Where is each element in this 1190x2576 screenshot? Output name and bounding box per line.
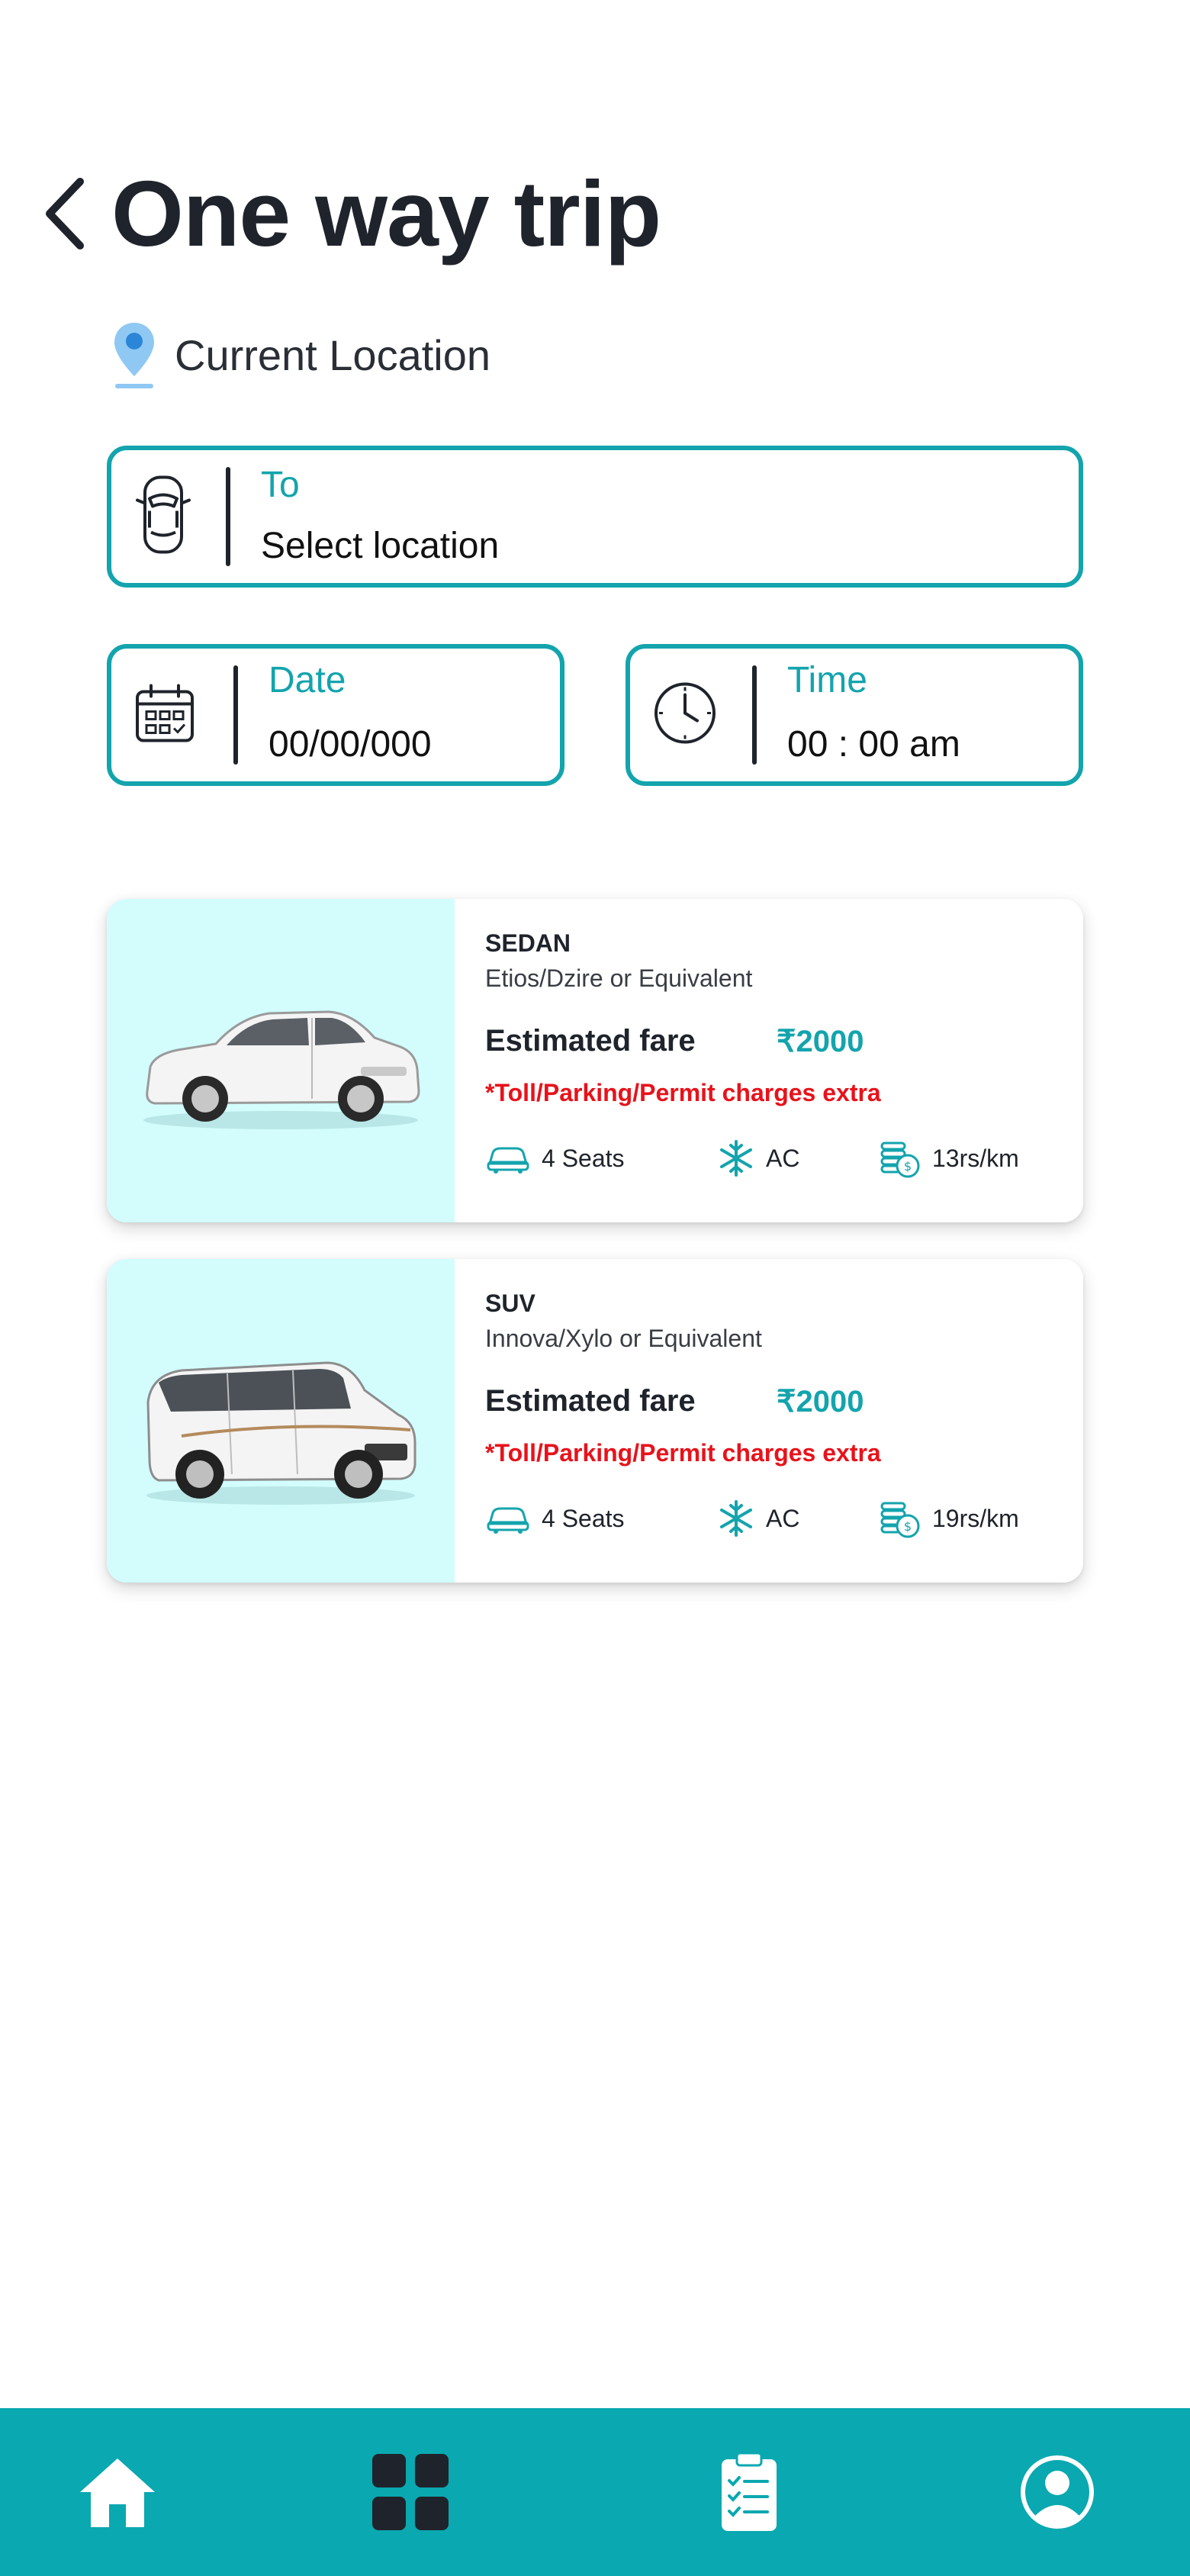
rate-feature: $ 13rs/km xyxy=(879,1137,1019,1180)
fare-label: Estimated fare xyxy=(485,1024,696,1058)
calendar-icon xyxy=(134,683,195,748)
car-top-icon xyxy=(134,473,192,561)
snowflake-icon xyxy=(720,1500,752,1537)
car-category: SUV xyxy=(485,1290,536,1317)
car-image-panel xyxy=(107,1259,455,1583)
extra-charges-note: *Toll/Parking/Permit charges extra xyxy=(485,1439,881,1467)
page-title: One way trip xyxy=(111,162,661,266)
svg-text:$: $ xyxy=(904,1159,912,1174)
seats-text: 4 Seats xyxy=(542,1144,625,1172)
suv-car-image xyxy=(146,1361,416,1505)
nav-home[interactable] xyxy=(41,2408,194,2576)
time-label: Time xyxy=(787,660,867,700)
rate-text: 19rs/km xyxy=(932,1504,1019,1532)
chevron-left-icon xyxy=(46,178,84,250)
ac-feature: AC xyxy=(717,1137,799,1180)
back-button[interactable] xyxy=(31,153,99,275)
fare-value: ₹2000 xyxy=(777,1385,864,1418)
time-value[interactable]: 00 : 00 am xyxy=(787,723,960,765)
fare-label: Estimated fare xyxy=(485,1384,696,1418)
car-seats-icon xyxy=(487,1147,529,1174)
sedan-car-image xyxy=(143,1010,420,1129)
car-seats-icon xyxy=(487,1507,529,1534)
current-location-label: Current Location xyxy=(175,330,491,379)
to-value[interactable]: Select location xyxy=(261,525,499,567)
destination-field[interactable]: To Select location xyxy=(107,446,1083,588)
fare-value: ₹2000 xyxy=(777,1025,864,1058)
car-model: Innova/Xylo or Equivalent xyxy=(485,1325,762,1352)
seats-feature: 4 Seats xyxy=(485,1137,625,1180)
divider xyxy=(752,665,757,765)
clipboard-list-icon xyxy=(722,2452,777,2531)
car-model: Etios/Dzire or Equivalent xyxy=(485,964,753,992)
nav-bookings[interactable] xyxy=(673,2408,825,2576)
time-field[interactable]: Time 00 : 00 am xyxy=(626,644,1083,786)
coins-icon: $ xyxy=(880,1502,920,1538)
nav-profile[interactable] xyxy=(981,2408,1134,2576)
extra-charges-note: *Toll/Parking/Permit charges extra xyxy=(485,1079,881,1106)
car-option-card[interactable]: SEDAN Etios/Dzire or Equivalent Estimate… xyxy=(107,899,1083,1222)
coins-icon: $ xyxy=(880,1141,920,1178)
map-pin-icon xyxy=(114,323,154,388)
car-image-panel xyxy=(107,899,455,1222)
home-icon xyxy=(80,2458,155,2527)
svg-text:$: $ xyxy=(904,1519,912,1534)
car-category: SEDAN xyxy=(485,929,571,957)
seats-feature: 4 Seats xyxy=(485,1497,625,1540)
rate-text: 13rs/km xyxy=(932,1144,1019,1172)
divider xyxy=(233,665,238,765)
clock-icon xyxy=(653,681,717,749)
rate-feature: $ 19rs/km xyxy=(879,1497,1019,1540)
date-label: Date xyxy=(269,660,346,700)
seats-text: 4 Seats xyxy=(542,1504,625,1532)
divider xyxy=(226,467,230,566)
car-option-card[interactable]: SUV Innova/Xylo or Equivalent Estimated … xyxy=(107,1259,1083,1583)
ac-text: AC xyxy=(766,1504,800,1532)
nav-dashboard[interactable] xyxy=(334,2408,487,2576)
ac-text: AC xyxy=(766,1144,800,1172)
header: One way trip xyxy=(31,153,661,275)
snowflake-icon xyxy=(720,1140,752,1177)
ac-feature: AC xyxy=(717,1497,799,1540)
date-value[interactable]: 00/00/000 xyxy=(269,723,432,765)
to-label: To xyxy=(261,465,300,505)
user-circle-icon xyxy=(1021,2455,1094,2529)
date-field[interactable]: Date 00/00/000 xyxy=(107,644,564,786)
grid-icon xyxy=(372,2454,449,2530)
current-location[interactable]: Current Location xyxy=(111,317,490,393)
bottom-navigation xyxy=(0,2408,1190,2576)
